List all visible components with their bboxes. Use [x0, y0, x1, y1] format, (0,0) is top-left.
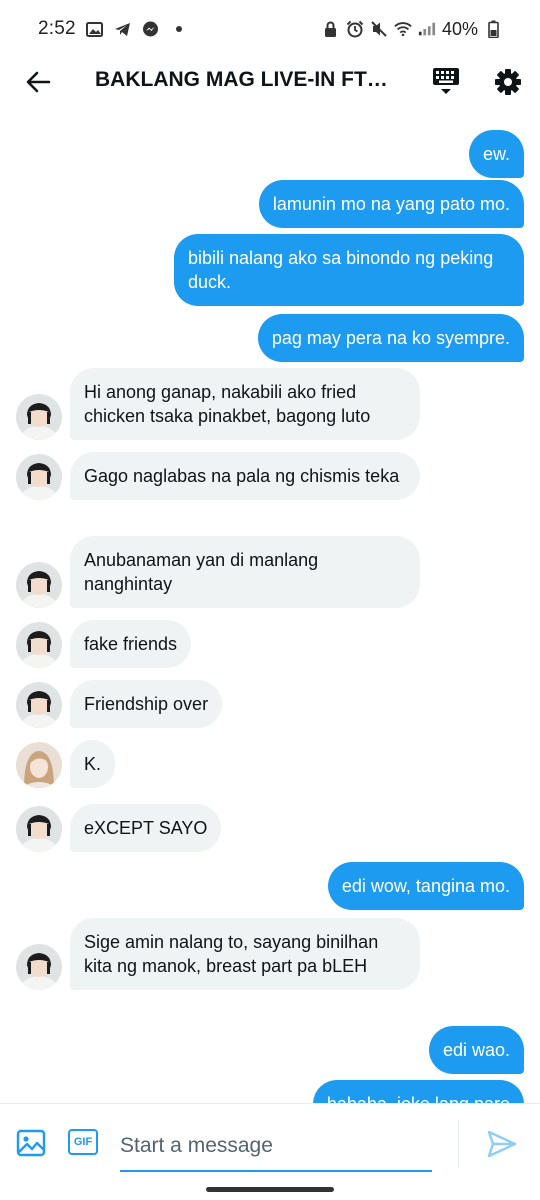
send-icon — [487, 1130, 517, 1158]
message-row: pag may pera na ko syempre. — [257, 314, 524, 362]
add-image-button[interactable] — [16, 1128, 46, 1158]
short-hair-avatar[interactable] — [16, 944, 62, 990]
image-icon — [16, 1129, 46, 1157]
message-row: eXCEPT SAYO — [16, 804, 222, 852]
settings-button[interactable] — [492, 66, 524, 98]
received-message[interactable]: Hi anong ganap, nakabili ako fried chick… — [70, 368, 420, 440]
settings-icon — [495, 69, 521, 95]
signal-icon — [418, 20, 436, 38]
lock-icon — [322, 20, 340, 38]
battery-icon — [484, 20, 502, 38]
status-left: 2:52 — [38, 18, 188, 40]
status-bar: 2:52 40% — [0, 0, 540, 58]
conversation-header: BAKLANG MAG LIVE-IN FT… — [0, 58, 540, 108]
keyboard-button[interactable] — [430, 66, 462, 98]
keyboard-icon — [433, 68, 459, 94]
system-nav-bar — [0, 1181, 540, 1200]
short-hair-avatar[interactable] — [16, 394, 62, 440]
message-row: edi wow, tangina mo. — [327, 862, 524, 910]
short-hair-avatar[interactable] — [16, 682, 62, 728]
back-arrow-icon — [26, 71, 51, 93]
sent-message[interactable]: lamunin mo na yang pato mo. — [258, 180, 524, 228]
status-right: 40% — [322, 19, 502, 40]
wifi-icon — [394, 20, 412, 38]
message-row: Sige amin nalang to, sayang binilhan kit… — [16, 918, 420, 990]
message-row: edi wao. — [428, 1026, 524, 1074]
sent-message[interactable]: edi wao. — [428, 1026, 524, 1074]
sent-message[interactable]: edi wow, tangina mo. — [327, 862, 524, 910]
received-message[interactable]: K. — [70, 740, 116, 788]
short-hair-avatar[interactable] — [16, 622, 62, 668]
received-message[interactable]: Friendship over — [70, 680, 223, 728]
short-hair-avatar[interactable] — [16, 806, 62, 852]
message-row: Hi anong ganap, nakabili ako fried chick… — [16, 368, 420, 440]
message-row: lamunin mo na yang pato mo. — [258, 180, 524, 228]
sent-message[interactable]: hahaha, joke lang pare — [312, 1080, 524, 1103]
back-button[interactable] — [22, 66, 54, 98]
telegram-icon — [114, 20, 132, 38]
messenger-icon — [142, 20, 160, 38]
message-row: bibili nalang ako sa binondo ng peking d… — [174, 234, 524, 306]
received-message[interactable]: Sige amin nalang to, sayang binilhan kit… — [70, 918, 420, 990]
received-message[interactable]: Gago naglabas na pala ng chismis teka — [70, 452, 420, 500]
send-button[interactable] — [486, 1128, 518, 1160]
short-hair-avatar[interactable] — [16, 454, 62, 500]
short-hair-avatar[interactable] — [16, 562, 62, 608]
message-row: ew. — [468, 130, 524, 178]
message-row: Gago naglabas na pala ng chismis teka — [16, 452, 420, 500]
composer-divider — [458, 1120, 459, 1168]
received-message[interactable]: fake friends — [70, 620, 192, 668]
sent-message[interactable]: ew. — [468, 130, 524, 178]
sent-message[interactable]: pag may pera na ko syempre. — [257, 314, 524, 362]
message-row: Anubanaman yan di manlang nanghintay — [16, 536, 420, 608]
gif-button[interactable]: GIF — [68, 1129, 98, 1155]
message-row: K. — [16, 740, 116, 788]
sent-message[interactable]: bibili nalang ako sa binondo ng peking d… — [174, 234, 524, 306]
gallery-icon — [86, 20, 104, 38]
message-input[interactable] — [120, 1122, 432, 1172]
home-indicator[interactable] — [206, 1187, 334, 1192]
message-row: hahaha, joke lang pare — [312, 1080, 524, 1103]
status-time: 2:52 — [38, 18, 76, 39]
conversation-title[interactable]: BAKLANG MAG LIVE-IN FT… — [95, 68, 395, 92]
alarm-icon — [346, 20, 364, 38]
mute-icon — [370, 20, 388, 38]
message-list[interactable]: ew. lamunin mo na yang pato mo. bibili n… — [0, 118, 540, 1103]
received-message[interactable]: eXCEPT SAYO — [70, 804, 222, 852]
message-composer: GIF — [0, 1103, 540, 1181]
battery-percent: 40% — [441, 18, 478, 39]
message-row: Friendship over — [16, 680, 223, 728]
message-row: fake friends — [16, 620, 192, 668]
blonde-avatar[interactable] — [16, 742, 62, 788]
received-message[interactable]: Anubanaman yan di manlang nanghintay — [70, 536, 420, 608]
dot-icon — [170, 20, 188, 38]
